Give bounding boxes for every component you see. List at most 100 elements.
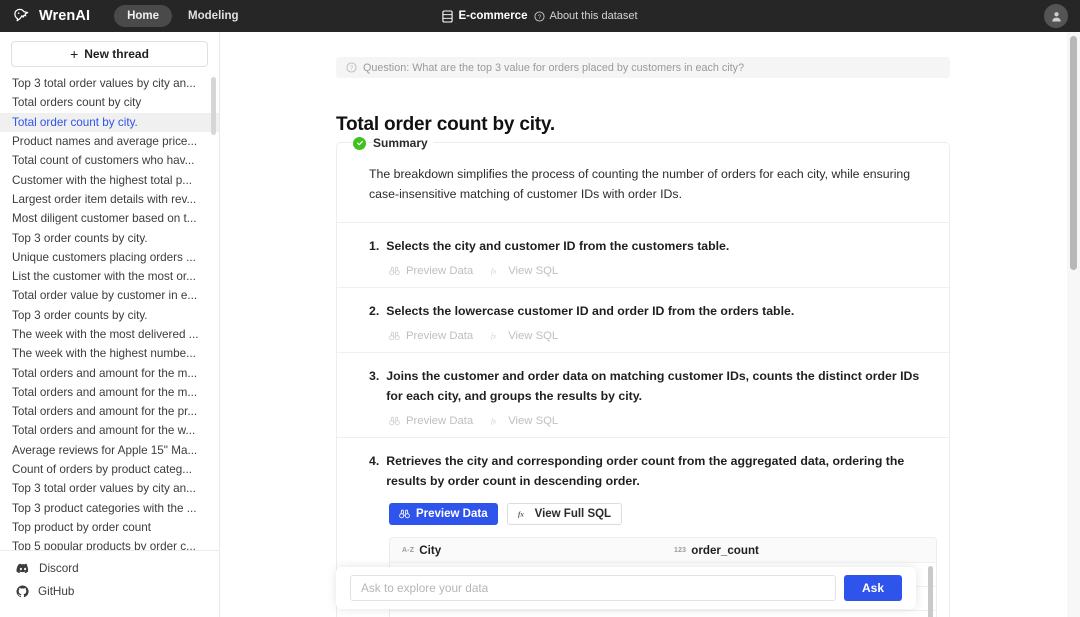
sidebar-thread-item[interactable]: Product names and average price... — [0, 132, 219, 151]
preview-data-button[interactable]: Preview Data — [389, 330, 473, 342]
answer-step: 1.Selects the city and customer ID from … — [337, 222, 949, 287]
answer-step-text: 3.Joins the customer and order data on m… — [369, 366, 923, 406]
check-circle-icon — [353, 137, 366, 150]
answer-step-number: 1. — [369, 236, 379, 256]
sidebar-thread-label: Total orders and amount for the m... — [12, 367, 207, 380]
fx-icon: fx — [491, 266, 502, 276]
discord-icon — [16, 563, 30, 574]
preview-data-button[interactable]: Preview Data — [389, 503, 498, 525]
column-type-number-icon: 123 — [674, 547, 686, 554]
sidebar-thread-item[interactable]: Total orders and amount for the pr... — [0, 402, 219, 421]
answer-step-number: 2. — [369, 301, 379, 321]
view-full-sql-button[interactable]: fxView Full SQL — [507, 503, 622, 525]
table-scrollbar-thumb[interactable] — [928, 566, 933, 617]
preview-data-button[interactable]: Preview Data — [389, 265, 473, 277]
sidebar-link-discord-label: Discord — [39, 562, 79, 575]
sidebar-thread-item[interactable]: Customer with the highest total p... — [0, 170, 219, 189]
sidebar-thread-item[interactable]: Top 3 total order values by city an... — [0, 479, 219, 498]
sidebar-thread-item[interactable]: Largest order item details with rev... — [0, 190, 219, 209]
view-sql-button[interactable]: fxView SQL — [491, 415, 558, 427]
sidebar-thread-item[interactable]: Top 3 product categories with the ... — [0, 499, 219, 518]
sidebar-link-github-label: GitHub — [38, 585, 74, 598]
sidebar-thread-item[interactable]: Top 3 order counts by city. — [0, 306, 219, 325]
sidebar-thread-item[interactable]: Most diligent customer based on t... — [0, 209, 219, 228]
binoculars-icon — [389, 266, 400, 276]
view-sql-button[interactable]: fxView SQL — [491, 330, 558, 342]
sidebar-thread-label: Top 3 product categories with the ... — [12, 502, 207, 515]
fx-icon: fx — [518, 509, 529, 519]
about-dataset-label: About this dataset — [549, 10, 637, 22]
sidebar-thread-item[interactable]: List the customer with the most or... — [0, 267, 219, 286]
sidebar-thread-item[interactable]: Total count of customers who hav... — [0, 151, 219, 170]
answer-step-text: 4.Retrieves the city and corresponding o… — [369, 451, 923, 491]
sidebar-thread-item[interactable]: The week with the highest numbe... — [0, 344, 219, 363]
question-text: Question: What are the top 3 value for o… — [363, 62, 744, 74]
sidebar-thread-item[interactable]: Total orders count by city — [0, 93, 219, 112]
sidebar-thread-item[interactable]: Unique customers placing orders ... — [0, 248, 219, 267]
answer-step: 3.Joins the customer and order data on m… — [337, 352, 949, 437]
nav-item-home[interactable]: Home — [114, 5, 172, 27]
table-column-header-order-count[interactable]: 123 order_count — [674, 544, 924, 557]
table-column-header-city[interactable]: A-ZCity — [402, 544, 674, 557]
svg-text:fx: fx — [491, 418, 497, 426]
sidebar-thread-item[interactable]: Total orders and amount for the m... — [0, 363, 219, 382]
sidebar-thread-item[interactable]: Total orders and amount for the w... — [0, 421, 219, 440]
sidebar-thread-label: Total count of customers who hav... — [12, 154, 207, 167]
sidebar: + New thread Top 3 total order values by… — [0, 32, 220, 617]
sidebar-thread-label: Total orders and amount for the m... — [12, 386, 207, 399]
sidebar-thread-item[interactable]: Top 3 total order values by city an... — [0, 74, 219, 93]
answer-card: Summary The breakdown simplifies the pro… — [336, 142, 950, 617]
sidebar-thread-item[interactable]: Top product by order count — [0, 518, 219, 537]
nav-item-modeling[interactable]: Modeling — [178, 5, 248, 27]
sidebar-thread-label: Total orders and amount for the pr... — [12, 405, 207, 418]
thread-list[interactable]: Top 3 total order values by city an...To… — [0, 74, 219, 551]
answer-step-actions: Preview Data fxView SQL — [369, 330, 923, 342]
answer-step-number: 4. — [369, 451, 379, 491]
preview-data-button[interactable]: Preview Data — [389, 415, 473, 427]
table-column-header-city-label: City — [419, 544, 441, 557]
binoculars-icon — [399, 509, 410, 519]
sidebar-thread-item[interactable]: Average reviews for Apple 15" Ma... — [0, 441, 219, 460]
sidebar-thread-label: Total order count by city. — [12, 116, 207, 129]
sidebar-thread-item[interactable]: Top 3 order counts by city. — [0, 228, 219, 247]
fx-icon: fx — [491, 416, 502, 426]
fx-icon: fx — [491, 331, 502, 341]
brand-logo-group[interactable]: WrenAI — [0, 6, 90, 26]
preview-data-label: Preview Data — [406, 415, 473, 427]
sidebar-thread-label: Average reviews for Apple 15" Ma... — [12, 444, 207, 457]
ask-button[interactable]: Ask — [844, 575, 902, 601]
table-column-header-order-count-label: order_count — [691, 544, 759, 557]
primary-nav: Home Modeling — [114, 5, 248, 27]
answer-step-text: 1.Selects the city and customer ID from … — [369, 236, 923, 256]
page-scrollbar-thumb[interactable] — [1070, 36, 1077, 270]
preview-data-label: Preview Data — [416, 508, 488, 520]
summary-label: Summary — [373, 136, 433, 150]
sidebar-link-discord[interactable]: Discord — [0, 557, 219, 580]
ask-input[interactable] — [350, 575, 836, 601]
svg-text:fx: fx — [491, 268, 497, 276]
sidebar-thread-item[interactable]: Top 5 popular products by order c... — [0, 537, 219, 551]
sidebar-scrollbar-thumb[interactable] — [211, 77, 216, 135]
sidebar-thread-item[interactable]: Total orders and amount for the m... — [0, 383, 219, 402]
table-header-row: A-ZCity123 order_count — [390, 538, 936, 563]
new-thread-label: New thread — [84, 47, 149, 61]
view-sql-button[interactable]: fxView SQL — [491, 265, 558, 277]
new-thread-container: + New thread — [0, 32, 219, 74]
sidebar-thread-item[interactable]: Count of orders by product categ... — [0, 460, 219, 479]
sidebar-thread-item[interactable]: Total order value by customer in e... — [0, 286, 219, 305]
sidebar-thread-label: Most diligent customer based on t... — [12, 212, 207, 225]
sidebar-thread-item[interactable]: Total order count by city. — [0, 113, 219, 132]
sidebar-link-github[interactable]: GitHub — [0, 580, 219, 603]
dataset-chip[interactable]: E-commerce — [442, 10, 527, 23]
svg-text:fx: fx — [491, 333, 497, 341]
sidebar-footer: Discord GitHub — [0, 551, 219, 617]
sidebar-thread-item[interactable]: The week with the most delivered ... — [0, 325, 219, 344]
avatar[interactable] — [1044, 4, 1068, 28]
svg-text:?: ? — [350, 65, 354, 72]
answer-step-description: Retrieves the city and corresponding ord… — [386, 451, 923, 491]
sidebar-thread-label: Largest order item details with rev... — [12, 193, 207, 206]
wren-bird-icon — [12, 6, 32, 26]
new-thread-button[interactable]: + New thread — [11, 41, 208, 67]
answer-step-description: Joins the customer and order data on mat… — [386, 366, 923, 406]
about-dataset-link[interactable]: ? About this dataset — [534, 10, 637, 22]
